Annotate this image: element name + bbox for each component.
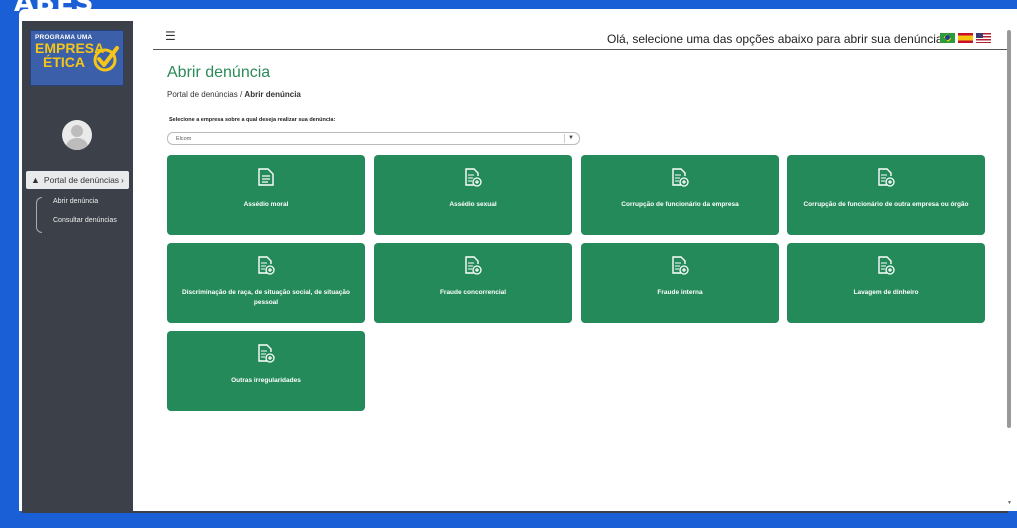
sidebar-item-portal[interactable]: ▲ Portal de denúncias › — [26, 171, 129, 189]
document-add-icon — [465, 168, 482, 187]
document-add-icon — [672, 256, 689, 275]
bottom-frame — [0, 511, 1017, 528]
language-selector — [940, 33, 991, 43]
card-corrupcao-empresa[interactable]: Corrupção de funcionário da empresa — [581, 155, 779, 235]
document-add-icon — [672, 168, 689, 187]
card-lavagem-dinheiro[interactable]: Lavagem de dinheiro — [787, 243, 985, 323]
document-add-icon — [258, 344, 275, 363]
bottom-edge — [22, 511, 1008, 513]
card-assedio-sexual[interactable]: Assédio sexual — [374, 155, 572, 235]
company-select-value: Elcom — [176, 136, 192, 142]
card-discriminacao[interactable]: Discriminação de raça, de situação socia… — [167, 243, 365, 323]
card-corrupcao-outra-empresa[interactable]: Corrupção de funcionário de outra empres… — [787, 155, 985, 235]
header-divider — [153, 49, 1008, 50]
card-assedio-moral[interactable]: Assédio moral — [167, 155, 365, 235]
chevron-right-icon: › — [121, 175, 124, 185]
submenu-bracket — [36, 197, 42, 233]
check-icon — [93, 46, 119, 72]
vertical-scrollbar[interactable] — [1007, 30, 1011, 428]
brazil-flag-icon[interactable] — [940, 33, 955, 43]
breadcrumb-root[interactable]: Portal de denúncias — [167, 90, 238, 99]
company-logo[interactable]: PROGRAMA UMA EMPRESA ÉTICA — [30, 30, 124, 86]
document-add-icon — [878, 256, 895, 275]
breadcrumb-separator: / — [239, 90, 243, 99]
card-outras-irregularidades[interactable]: Outras irregularidades — [167, 331, 365, 411]
company-select[interactable]: Elcom ▼ — [167, 132, 580, 145]
breadcrumb: Portal de denúncias / Abrir denúncia — [167, 90, 301, 99]
document-icon — [258, 168, 274, 186]
card-label: Discriminação de raça, de situação socia… — [182, 289, 350, 306]
breadcrumb-current: Abrir denúncia — [244, 90, 301, 99]
header-greeting: Olá, selecione uma das opções abaixo par… — [607, 32, 943, 46]
card-label: Fraude concorrencial — [439, 289, 507, 296]
sidebar-item-abrir-denuncia[interactable]: Abrir denúncia — [53, 198, 98, 205]
company-select-label: Selecione a empresa sobre a qual deseja … — [169, 117, 336, 123]
page-title: Abrir denúncia — [167, 64, 271, 81]
card-fraude-concorrencial[interactable]: Fraude concorrencial — [374, 243, 572, 323]
card-label: Fraude interna — [657, 289, 703, 296]
sidebar: PROGRAMA UMA EMPRESA ÉTICA ▲ Portal de d… — [22, 21, 133, 511]
card-label: Corrupção de funcionário de outra empres… — [803, 201, 969, 208]
document-add-icon — [465, 256, 482, 275]
sidebar-portal-label: Portal de denúncias — [43, 175, 120, 185]
document-add-icon — [878, 168, 895, 187]
card-label: Lavagem de dinheiro — [853, 289, 919, 296]
document-add-icon — [258, 256, 275, 275]
warning-icon: ▲ — [31, 175, 40, 185]
card-label: Assédio moral — [243, 201, 289, 208]
caret-down-icon: ▼ — [568, 135, 574, 141]
card-label: Assédio sexual — [449, 201, 497, 208]
spain-flag-icon[interactable] — [958, 33, 973, 43]
card-fraude-interna[interactable]: Fraude interna — [581, 243, 779, 323]
hamburger-menu-icon[interactable]: ☰ — [165, 29, 176, 43]
usa-flag-icon[interactable] — [976, 33, 991, 43]
card-label: Corrupção de funcionário da empresa — [621, 201, 739, 208]
scroll-down-arrow-icon[interactable]: ▼ — [1007, 500, 1012, 506]
card-label: Outras irregularidades — [231, 377, 301, 384]
sidebar-item-consultar-denuncias[interactable]: Consultar denúncias — [53, 217, 117, 224]
avatar[interactable] — [62, 120, 92, 150]
